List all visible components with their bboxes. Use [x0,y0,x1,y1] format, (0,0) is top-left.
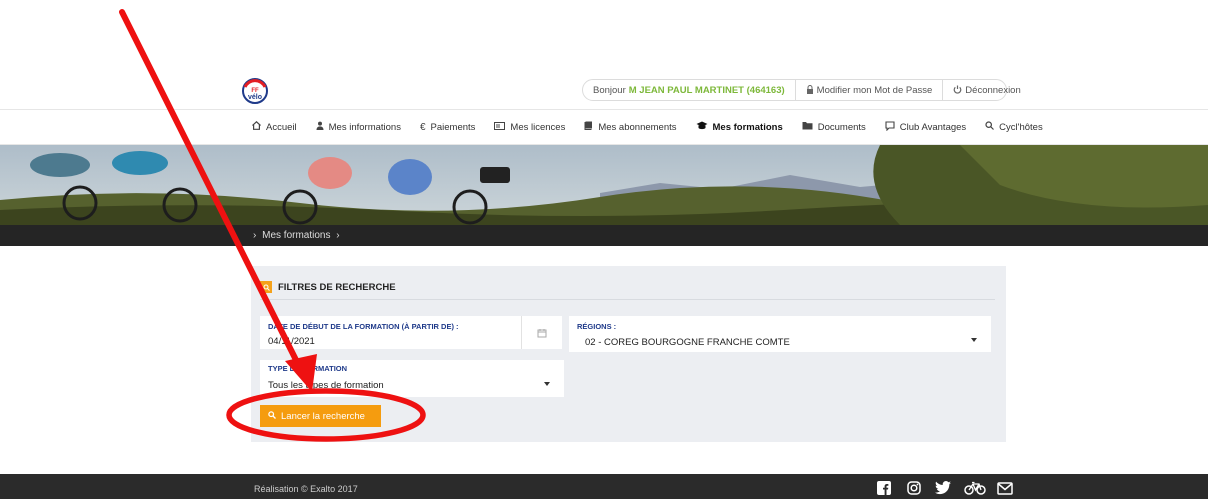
graduation-cap-icon [696,121,708,133]
instagram-icon[interactable] [906,479,922,497]
chevron-down-icon [971,338,977,342]
change-password-link[interactable]: Modifier mon Mot de Passe [794,80,943,100]
calendar-icon [537,328,547,337]
search-icon [268,410,276,422]
folder-icon [802,121,813,133]
start-date-input[interactable]: 04/11/2021 [268,336,315,347]
nav-item-label: Cycl'hôtes [999,121,1043,133]
nav-item-accueil[interactable]: Accueil [252,120,297,133]
breadcrumb-item-mes-formations[interactable]: Mes formations [262,230,330,241]
region-select[interactable]: RÉGIONS : 02 - COREG BOURGOGNE FRANCHE C… [569,316,991,352]
nav-item-cycl-h-tes[interactable]: Cycl'hôtes [985,121,1043,133]
start-date-field[interactable]: DATE DE DÉBUT DE LA FORMATION (À PARTIR … [260,316,562,349]
nav-item-label: Paiements [430,121,476,133]
footer-credit: Réalisation © Exalto 2017 [254,484,358,494]
twitter-icon[interactable] [934,479,952,497]
svg-text:vélo: vélo [248,94,262,101]
search-icon [985,121,995,133]
book-icon [584,121,593,133]
home-icon [252,120,261,133]
nav-item-mes-formations[interactable]: Mes formations [696,121,783,133]
region-label: RÉGIONS : [577,322,617,331]
euro-icon: € [419,121,426,133]
footer: Réalisation © Exalto 2017 [0,474,1208,499]
ffvelo-logo[interactable]: FF vélo [242,78,286,104]
nav-item-label: Club Avantages [899,121,967,133]
search-filters-panel: FILTRES DE RECHERCHE DATE DE DÉBUT DE LA… [251,266,1006,442]
nav-item-mes-abonnements[interactable]: Mes abonnements [584,121,677,133]
id-card-icon [494,121,506,133]
filter-icon [260,281,272,293]
training-type-select[interactable]: TYPE DE FORMATION Tous les types de form… [260,360,564,397]
banner-image [0,145,1208,225]
nav-item-documents[interactable]: Documents [802,121,866,133]
mail-icon[interactable] [996,479,1014,497]
nav-item-label: Accueil [266,121,297,133]
greeting: Bonjour M JEAN PAUL MARTINET (464163) [593,84,785,96]
logout-link[interactable]: Déconnexion [942,80,1030,100]
user-name: M JEAN PAUL MARTINET (464163) [628,84,785,96]
bicycle-icon[interactable] [964,479,986,497]
panel-divider [260,299,995,300]
nav-item-label: Mes formations [712,121,783,133]
breadcrumb: › Mes formations › [0,225,1208,246]
nav-item-label: Mes licences [510,121,566,133]
search-button[interactable]: Lancer la recherche [260,405,381,427]
breadcrumb-separator: › [336,230,340,241]
nav-item-paiements[interactable]: € Paiements [420,122,475,133]
chat-icon [885,120,895,134]
nav-item-label: Documents [817,121,866,133]
calendar-button[interactable] [521,316,562,349]
power-icon [953,85,962,96]
nav-item-mes-licences[interactable]: Mes licences [494,121,566,133]
nav-items: Accueil Mes informations € Paiements Mes lic… [252,110,1062,144]
nav-item-mes-informations[interactable]: Mes informations [316,121,401,133]
start-date-label: DATE DE DÉBUT DE LA FORMATION (À PARTIR … [268,322,459,331]
breadcrumb-separator: › [253,230,257,241]
training-type-value: Tous les types de formation [268,380,384,391]
user-bar: Bonjour M JEAN PAUL MARTINET (464163) Mo… [582,79,1021,101]
region-value: 02 - COREG BOURGOGNE FRANCHE COMTE [585,337,790,348]
nav-item-label: Mes informations [328,121,401,133]
chevron-down-icon [544,382,550,386]
lock-icon [806,84,814,96]
main-nav: Accueil Mes informations € Paiements Mes lic… [0,109,1208,145]
facebook-icon[interactable] [876,479,892,497]
nav-item-club-avantages[interactable]: Club Avantages [885,120,967,134]
training-type-label: TYPE DE FORMATION [268,364,348,373]
nav-item-label: Mes abonnements [598,121,677,133]
user-icon [316,121,324,133]
panel-title: FILTRES DE RECHERCHE [260,281,396,293]
